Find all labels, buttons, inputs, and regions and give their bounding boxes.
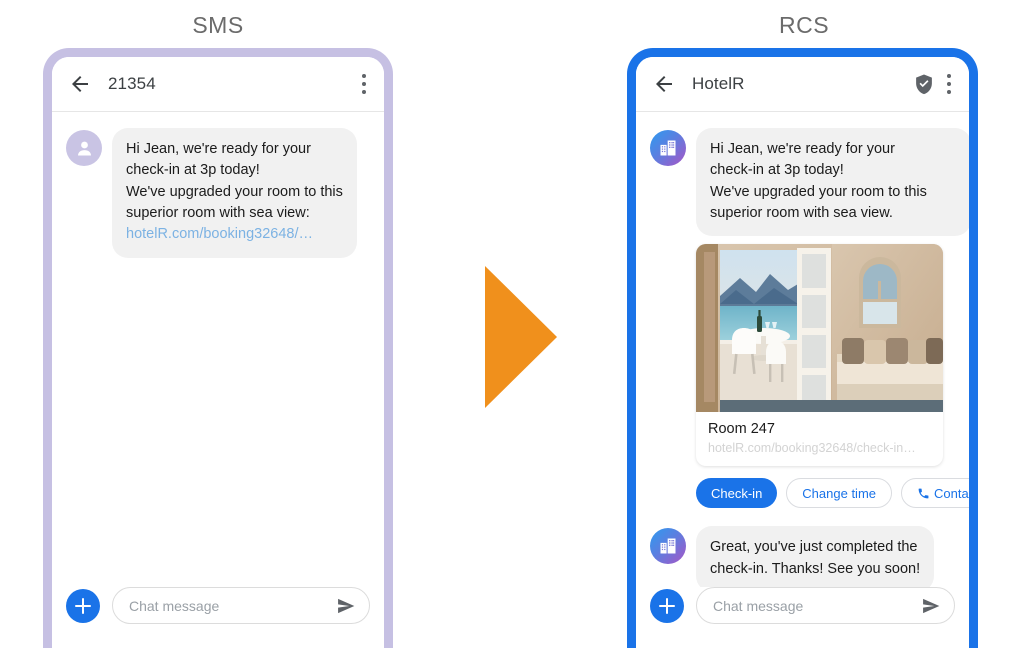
rcs-msg-line: superior room with sea view. — [710, 204, 893, 221]
rcs-message-list: Hi Jean, we're ready for your check-in a… — [636, 112, 969, 587]
sms-message-link[interactable]: hotelR.com/booking32648/… — [126, 224, 343, 245]
rcs-screen: HotelR Hi Jean, we're ready for your che… — [636, 57, 969, 648]
sms-app-bar: 21354 — [52, 57, 384, 112]
sms-msg-line: We've upgraded your room to this — [126, 183, 343, 200]
send-icon[interactable] — [921, 596, 941, 616]
rcs-msg-line: Hi Jean, we're ready for your — [710, 141, 895, 157]
hotel-room-photo — [696, 244, 943, 413]
rcs-message-bubble-2: Great, you've just completed the check-i… — [696, 526, 935, 587]
comparison-figure: SMS RCS 21354 Hi Jean, we're ready for y… — [0, 0, 1024, 648]
business-building-icon — [650, 130, 686, 166]
action-chip-label: Change time — [802, 485, 877, 501]
action-chip-contact[interactable]: Contact — [901, 478, 969, 509]
phone-icon — [917, 487, 930, 500]
back-arrow-icon[interactable] — [68, 72, 92, 96]
action-chip-check-in[interactable]: Check-in — [696, 478, 778, 509]
rcs-chat-input[interactable]: Chat message — [696, 587, 955, 624]
rcs-msg-line: Great, you've just completed the — [710, 539, 918, 556]
rcs-card-url: hotelR.com/booking32648/check-in… — [708, 441, 916, 456]
rcs-message-row: Great, you've just completed the check-i… — [650, 526, 955, 587]
overflow-menu-icon[interactable] — [947, 74, 951, 94]
sms-input-placeholder: Chat message — [129, 597, 220, 614]
rcs-input-placeholder: Chat message — [713, 597, 804, 614]
rcs-suggested-actions: Check-in Change time Contact — [696, 478, 969, 509]
rcs-card-body: Room 247 hotelR.com/booking32648/check-i… — [696, 412, 943, 466]
overflow-menu-icon[interactable] — [362, 74, 366, 94]
person-avatar-icon — [66, 130, 102, 166]
rcs-column-heading: RCS — [778, 12, 830, 38]
back-arrow-icon[interactable] — [652, 72, 676, 96]
verified-shield-icon — [913, 73, 935, 95]
sms-conversation-title: 21354 — [108, 74, 156, 93]
action-chip-change-time[interactable]: Change time — [786, 478, 893, 509]
sms-screen: 21354 Hi Jean, we're ready for your chec… — [52, 57, 384, 648]
sms-message-row: Hi Jean, we're ready for your check-in a… — [66, 128, 370, 258]
sms-msg-line: check-in at 3p today! — [126, 162, 260, 179]
business-building-icon — [650, 528, 686, 565]
transition-arrow-icon — [485, 266, 557, 408]
sms-column-heading: SMS — [192, 12, 244, 38]
sms-msg-line: superior room with sea view: — [126, 204, 310, 221]
plus-icon[interactable] — [650, 588, 684, 623]
action-chip-label: Check-in — [711, 485, 763, 501]
sms-phone-mockup: 21354 Hi Jean, we're ready for your chec… — [43, 48, 393, 648]
rcs-phone-mockup: HotelR Hi Jean, we're ready for your che… — [627, 48, 978, 648]
rcs-app-bar: HotelR — [636, 57, 969, 112]
rcs-message-bubble-1: Hi Jean, we're ready for your check-in a… — [696, 128, 969, 237]
sms-chat-input[interactable]: Chat message — [112, 587, 370, 624]
sms-composer: Chat message — [52, 587, 384, 624]
rcs-message-row: Hi Jean, we're ready for your check-in a… — [650, 128, 969, 509]
rcs-conversation-title: HotelR — [692, 74, 745, 93]
rcs-rich-card[interactable]: Room 247 hotelR.com/booking32648/check-i… — [696, 244, 943, 467]
rcs-rich-message: Hi Jean, we're ready for your check-in a… — [696, 128, 969, 509]
action-chip-label: Contact — [934, 485, 969, 501]
plus-icon[interactable] — [66, 588, 100, 623]
sms-message-list: Hi Jean, we're ready for your check-in a… — [52, 112, 384, 587]
sms-msg-line: Hi Jean, we're ready for your — [126, 141, 311, 157]
rcs-msg-line: check-in. Thanks! See you soon! — [710, 560, 921, 577]
rcs-msg-line: check-in at 3p today! — [710, 162, 844, 179]
rcs-msg-line: We've upgraded your room to this — [710, 183, 927, 200]
send-icon[interactable] — [336, 596, 356, 616]
sms-message-bubble: Hi Jean, we're ready for your check-in a… — [112, 128, 357, 258]
rcs-composer: Chat message — [636, 587, 969, 624]
rcs-card-title: Room 247 — [708, 421, 775, 438]
